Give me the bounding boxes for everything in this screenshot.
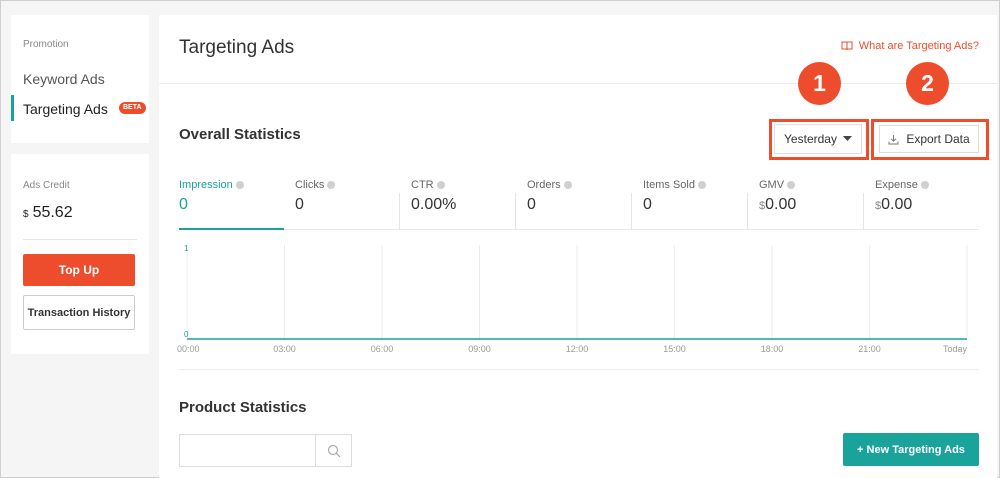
credit-value: 55.62 (32, 204, 73, 221)
metric-gmv[interactable]: GMV $0.00 (759, 179, 796, 214)
beta-badge: BETA (119, 102, 146, 114)
help-icon (436, 181, 445, 189)
help-icon (235, 181, 244, 189)
metric-value: 0.00 (881, 196, 913, 213)
ads-credit-card: Ads Credit $55.62 Top Up Transaction His… (11, 154, 149, 354)
help-link[interactable]: What are Targeting Ads? (841, 40, 979, 52)
metric-ctr[interactable]: CTR 0.00% (411, 179, 456, 214)
metric-label: CTR (411, 179, 434, 191)
help-icon (920, 181, 929, 189)
export-data-label: Export Data (906, 132, 970, 146)
transaction-history-button[interactable]: Transaction History (23, 295, 135, 330)
active-metric-underline (179, 228, 284, 230)
help-icon (787, 181, 796, 189)
metric-value: 0 (295, 196, 304, 213)
main-panel: Targeting Ads What are Targeting Ads? Ov… (159, 15, 997, 478)
metric-expense[interactable]: Expense $0.00 (875, 179, 929, 214)
caret-down-icon (842, 136, 852, 141)
date-filter-label: Yesterday (784, 132, 837, 146)
metric-label: Clicks (295, 179, 325, 191)
statistics-chart: 1 0 00:00 03:00 06:00 09:00 12:00 15:00 18:00 21:… (177, 244, 968, 354)
metric-label: Expense (875, 179, 918, 191)
metric-clicks[interactable]: Clicks 0 (295, 179, 336, 214)
chart-divider (179, 369, 979, 370)
date-filter-dropdown[interactable]: Yesterday (774, 124, 862, 154)
book-icon (841, 41, 853, 51)
promotion-menu: Promotion Keyword Ads Targeting Ads BETA (11, 15, 149, 143)
product-statistics-title: Product Statistics (179, 399, 307, 416)
x-tick-label: 12:00 (566, 344, 589, 354)
ads-credit-label: Ads Credit (23, 180, 70, 191)
annotation-1: 1 (798, 62, 841, 105)
export-data-button[interactable]: Export Data (879, 125, 979, 153)
header-divider (159, 83, 997, 84)
sidebar-item-targeting-ads[interactable]: Targeting Ads (23, 101, 108, 117)
x-tick-label: 03:00 (273, 344, 296, 354)
metric-baseline (179, 229, 979, 230)
metric-separator (631, 193, 632, 229)
help-link-text: What are Targeting Ads? (858, 40, 979, 52)
divider (23, 239, 137, 240)
metric-value: 0 (643, 196, 652, 213)
metric-label: Impression (179, 179, 233, 191)
y-tick-label: 1 (184, 244, 189, 253)
annotation-2: 2 (906, 62, 949, 105)
x-tick-label: 06:00 (371, 344, 394, 354)
x-tick-label: Today (943, 344, 968, 354)
metric-label: Items Sold (643, 179, 695, 191)
new-targeting-ads-button[interactable]: + New Targeting Ads (843, 433, 979, 466)
metric-value: 0 (179, 196, 188, 213)
x-tick-label: 09:00 (468, 344, 491, 354)
metric-items-sold[interactable]: Items Sold 0 (643, 179, 706, 214)
ads-credit-amount: $55.62 (23, 204, 73, 222)
promotion-label: Promotion (23, 39, 69, 50)
search-button[interactable] (315, 435, 351, 466)
help-icon (697, 181, 706, 189)
x-tick-label: 21:00 (858, 344, 881, 354)
metric-separator (863, 193, 864, 229)
top-up-button[interactable]: Top Up (23, 254, 135, 286)
help-icon (327, 181, 336, 189)
metric-value: 0.00% (411, 196, 457, 213)
metric-label: GMV (759, 179, 785, 191)
metric-value: 0.00 (765, 196, 797, 213)
currency-symbol: $ (23, 209, 29, 220)
search-icon (327, 444, 340, 457)
app-frame: Promotion Keyword Ads Targeting Ads BETA… (0, 0, 1000, 478)
active-indicator (11, 95, 14, 121)
metric-orders[interactable]: Orders 0 (527, 179, 572, 214)
metric-impression[interactable]: Impression 0 (179, 179, 244, 214)
sidebar-item-keyword-ads[interactable]: Keyword Ads (23, 71, 105, 87)
product-search (179, 434, 352, 467)
metric-label: Orders (527, 179, 561, 191)
help-icon (563, 181, 572, 189)
y-tick-label: 0 (184, 330, 189, 339)
metric-separator (399, 193, 400, 229)
page-title: Targeting Ads (179, 37, 295, 58)
overall-statistics-title: Overall Statistics (179, 126, 301, 143)
metric-separator (747, 193, 748, 229)
x-tick-label: 00:00 (177, 344, 200, 354)
x-tick-label: 15:00 (663, 344, 686, 354)
x-tick-label: 18:00 (761, 344, 784, 354)
product-search-input[interactable] (180, 435, 317, 466)
metric-separator (515, 193, 516, 229)
download-icon (888, 134, 899, 144)
metric-value: 0 (527, 196, 536, 213)
